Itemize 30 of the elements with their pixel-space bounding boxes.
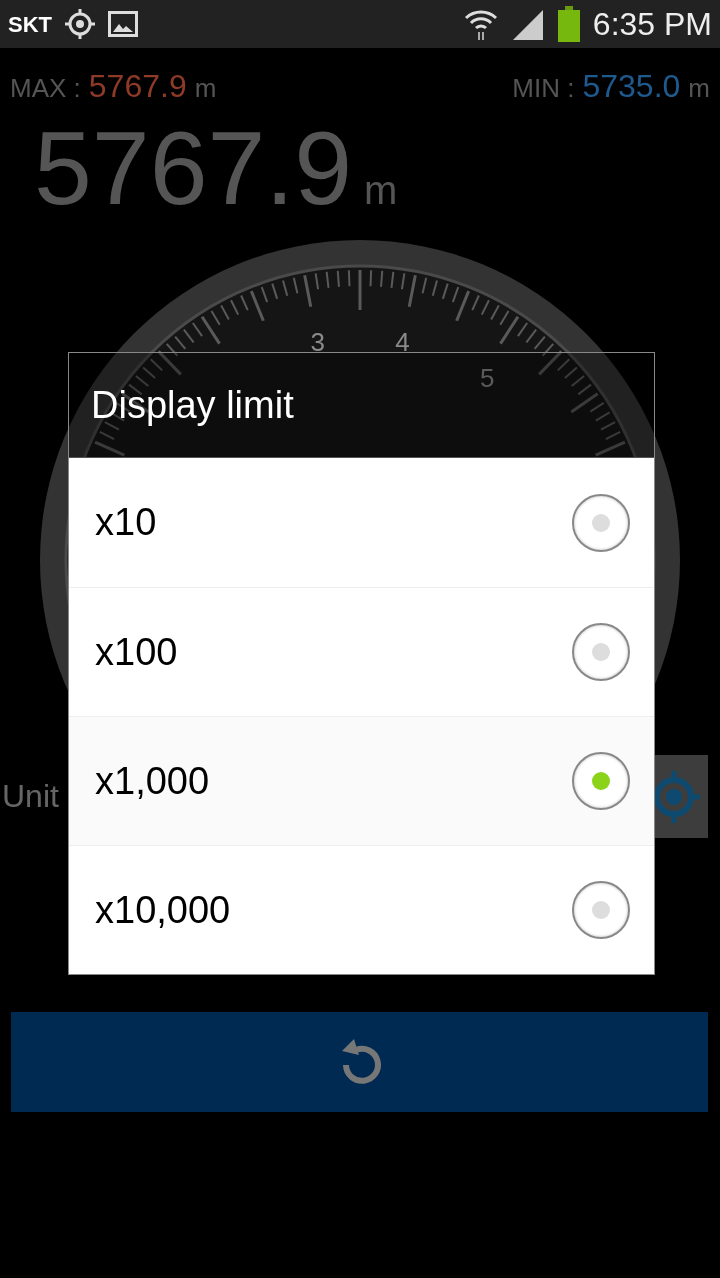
carrier-name: SKT [8,10,52,39]
min-unit: m [688,72,710,105]
clock: 6:35 PM [592,5,712,44]
min-label: MIN : [512,72,575,105]
radio-button[interactable] [572,881,630,939]
altitude-unit: m [364,167,398,214]
dial-number: 4 [395,327,410,358]
max-value: 5767.9 [88,67,187,106]
min-value: 5735.0 [582,67,681,106]
dialog-title: Display limit [91,382,294,428]
dial-number: 3 [310,327,325,358]
option-label: x100 [95,629,178,675]
option-row[interactable]: x100 [69,587,654,716]
battery-icon [556,6,581,42]
radio-button[interactable] [572,752,630,810]
radio-button[interactable] [572,493,630,552]
unit-label: Unit [2,777,59,816]
option-label: x1,000 [95,758,210,804]
option-row[interactable]: x1,000 [69,716,654,845]
option-label: x10 [95,500,157,545]
dial-number: 5 [480,363,495,394]
option-row[interactable]: x10 [69,458,654,587]
max-label: MAX : [10,72,81,105]
radio-button[interactable] [572,623,630,681]
option-row[interactable]: x10,000 [69,845,654,974]
image-icon [108,11,138,37]
option-label: x10,000 [95,887,231,933]
max-unit: m [194,72,217,105]
altitude-value: 5767.9 [34,116,353,220]
location-icon [64,8,96,40]
